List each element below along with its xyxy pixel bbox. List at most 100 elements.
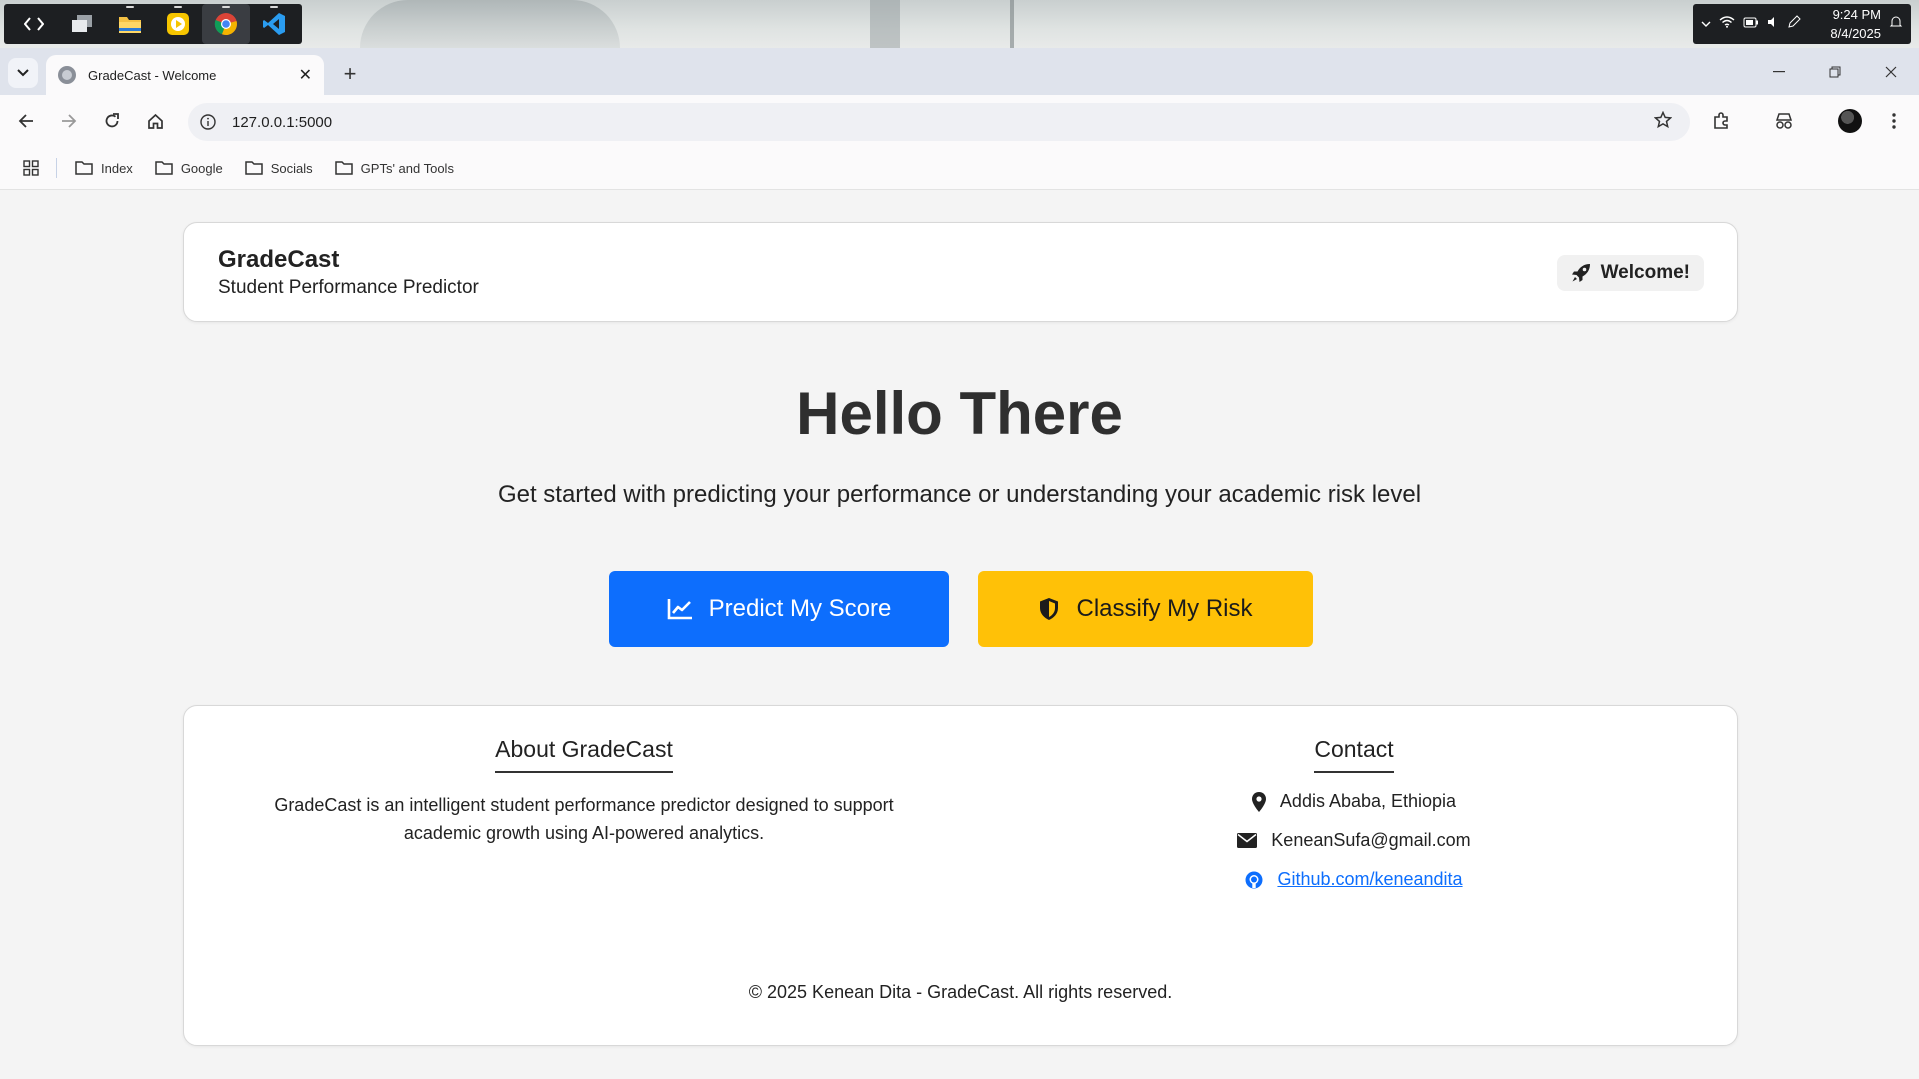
address-bar[interactable]: 127.0.0.1:5000 — [188, 103, 1690, 141]
welcome-badge: Welcome! — [1556, 255, 1704, 291]
clock-date: 8/4/2025 — [1830, 26, 1881, 41]
contact-location: Addis Ababa, Ethiopia — [1064, 791, 1644, 812]
new-tab-button[interactable]: + — [336, 60, 364, 88]
bookmark-label: Socials — [270, 160, 313, 176]
bookmark-divider — [56, 158, 57, 178]
shield-icon — [1040, 598, 1059, 620]
avatar — [1838, 109, 1862, 133]
bookmark-folder-gpts-tools[interactable]: GPTs' and Tools — [334, 160, 454, 176]
forward-button[interactable] — [53, 105, 85, 137]
notification-icon[interactable] — [1889, 15, 1903, 34]
bookmark-label: GPTs' and Tools — [360, 160, 454, 176]
chevron-up-icon[interactable] — [1701, 15, 1711, 33]
apps-grid-icon[interactable] — [20, 157, 42, 179]
profile-button[interactable] — [1834, 105, 1866, 137]
tab-gradecast[interactable]: GradeCast - Welcome ✕ — [46, 55, 324, 95]
predict-score-label: Predict My Score — [708, 595, 892, 622]
site-footer: About GradeCast GradeCast is an intellig… — [183, 705, 1738, 1046]
browser-toolbar: 127.0.0.1:5000 — [0, 95, 1919, 147]
github-text: Github.com/keneandita — [1277, 869, 1463, 889]
system-tray: 9:24 PM 8/4/2025 — [1693, 4, 1911, 44]
vscode-icon[interactable] — [250, 4, 298, 44]
os-taskbar: 9:24 PM 8/4/2025 — [0, 0, 1919, 48]
rocket-icon — [1571, 264, 1590, 282]
about-title: About GradeCast — [495, 736, 673, 773]
task-view-icon[interactable] — [58, 4, 106, 44]
hero-subtitle: Get started with predicting your perform… — [497, 481, 1422, 508]
wallpaper-shape — [360, 0, 620, 48]
bookmark-folder-google[interactable]: Google — [155, 161, 223, 176]
folder-icon — [244, 161, 263, 175]
github-link[interactable]: Github.com/keneandita — [1064, 869, 1644, 890]
brand-subtitle: Student Performance Predictor — [218, 277, 479, 298]
media-player-icon[interactable] — [154, 4, 202, 44]
classify-risk-label: Classify My Risk — [1076, 595, 1253, 622]
pen-icon[interactable] — [1787, 14, 1801, 34]
page-content: GradeCast Student Performance Predictor … — [0, 191, 1919, 1079]
extensions-button[interactable] — [1705, 105, 1737, 137]
map-pin-icon — [1251, 791, 1266, 812]
predict-score-button[interactable]: Predict My Score — [609, 571, 949, 647]
dev-tools-icon[interactable] — [10, 4, 58, 44]
globe-icon — [58, 66, 76, 84]
url-text: 127.0.0.1:5000 — [232, 113, 333, 131]
taskbar-apps — [4, 4, 302, 44]
bookmark-star-icon[interactable] — [1653, 110, 1673, 133]
taskbar-clock[interactable]: 9:24 PM 8/4/2025 — [1830, 5, 1881, 43]
browser-tabstrip: GradeCast - Welcome ✕ + — [0, 48, 1919, 95]
reload-button[interactable] — [96, 105, 128, 137]
copyright-text: © 2025 Kenean Dita - GradeCast. All righ… — [748, 982, 1173, 1002]
chart-line-icon — [667, 599, 692, 620]
envelope-icon — [1237, 833, 1258, 848]
bookmark-label: Google — [180, 160, 223, 176]
folder-icon — [155, 161, 173, 175]
site-header: GradeCast Student Performance Predictor … — [183, 222, 1738, 322]
wallpaper-shape — [870, 0, 900, 48]
classify-risk-button[interactable]: Classify My Risk — [978, 571, 1313, 647]
reload-icon — [105, 113, 119, 128]
incognito-icon — [1775, 113, 1793, 129]
home-icon — [147, 113, 163, 129]
file-explorer-icon[interactable] — [106, 4, 154, 44]
back-button[interactable] — [10, 105, 42, 137]
hero-title: Hello There — [796, 380, 1123, 447]
contact-section: Contact Addis Ababa, Ethiopia KeneanSufa… — [1064, 736, 1644, 890]
email-text[interactable]: KeneanSufa@gmail.com — [1271, 830, 1470, 851]
github-icon — [1245, 871, 1263, 888]
about-section: About GradeCast GradeCast is an intellig… — [244, 736, 924, 847]
wallpaper-shape — [1010, 0, 1014, 48]
site-info-icon[interactable] — [198, 112, 218, 132]
contact-email: KeneanSufa@gmail.com — [1064, 830, 1644, 851]
folder-icon — [334, 161, 353, 175]
close-window-button[interactable] — [1863, 48, 1919, 95]
menu-button[interactable] — [1878, 105, 1910, 137]
about-text: GradeCast is an intelligent student perf… — [274, 795, 894, 843]
kebab-menu-icon — [1892, 113, 1896, 129]
welcome-text: Welcome! — [1600, 262, 1690, 283]
folder-icon — [75, 161, 93, 175]
bookmarks-bar: Index Google Socials GPTs' and Tools — [0, 147, 1919, 190]
puzzle-icon — [1714, 112, 1728, 129]
arrow-right-icon — [62, 114, 77, 128]
minimize-button[interactable] — [1751, 48, 1807, 95]
chrome-icon[interactable] — [202, 4, 250, 44]
bookmark-folder-socials[interactable]: Socials — [244, 160, 313, 176]
restore-button[interactable] — [1807, 48, 1863, 95]
window-controls — [1751, 48, 1919, 95]
tab-search-button[interactable] — [8, 58, 38, 88]
battery-icon[interactable] — [1743, 15, 1759, 33]
clock-time: 9:24 PM — [1832, 7, 1881, 22]
tab-title: GradeCast - Welcome — [88, 67, 217, 83]
location-text: Addis Ababa, Ethiopia — [1279, 791, 1457, 811]
bookmark-folder-index[interactable]: Index — [75, 161, 133, 176]
bookmark-label: Index — [101, 160, 133, 176]
brand-title[interactable]: GradeCast — [218, 246, 339, 274]
incognito-button[interactable] — [1768, 105, 1800, 137]
home-button[interactable] — [139, 105, 171, 137]
volume-icon[interactable] — [1767, 15, 1779, 33]
wifi-icon[interactable] — [1719, 15, 1735, 33]
chevron-down-icon — [17, 69, 29, 77]
contact-title: Contact — [1314, 736, 1394, 773]
close-tab-icon[interactable]: ✕ — [299, 65, 312, 85]
arrow-left-icon — [18, 114, 33, 128]
